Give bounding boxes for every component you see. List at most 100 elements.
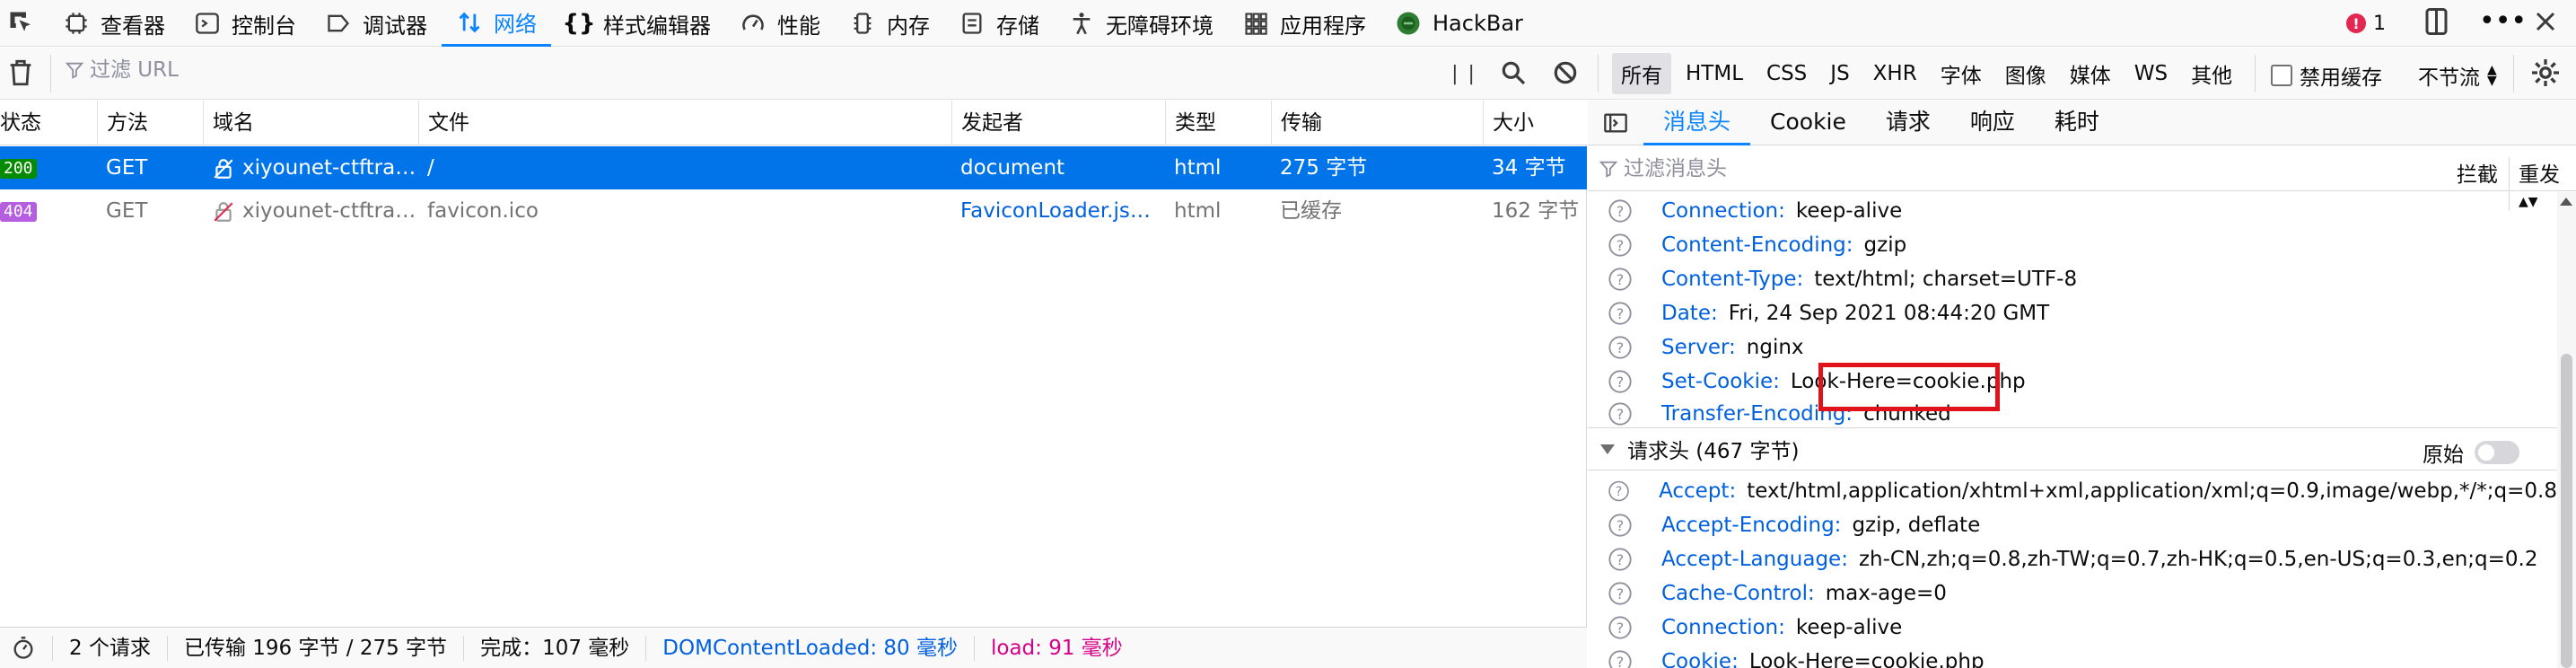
help-icon[interactable]: ? — [1608, 649, 1633, 668]
tab-console[interactable]: 控制台 — [180, 0, 311, 47]
col-type[interactable]: 类型 — [1165, 101, 1271, 145]
filter-other[interactable]: 其他 — [2182, 53, 2241, 94]
memory-icon — [847, 8, 878, 39]
load-time: load: 91 毫秒 — [990, 636, 1123, 660]
dom-content-loaded-time: DOMContentLoaded: 80 毫秒 — [646, 635, 975, 661]
clear-log-icon[interactable] — [5, 57, 38, 91]
scrollbar-thumb[interactable] — [2561, 354, 2572, 668]
filter-media[interactable]: 媒体 — [2061, 53, 2120, 94]
tab-response[interactable]: 响应 — [1950, 101, 2035, 145]
col-method[interactable]: 方法 — [97, 101, 203, 145]
col-domain[interactable]: 域名 — [203, 101, 418, 145]
help-icon[interactable]: ? — [1608, 233, 1633, 258]
help-icon[interactable]: ? — [1608, 547, 1633, 572]
tab-cookies[interactable]: Cookie — [1750, 101, 1866, 145]
raw-toggle[interactable]: 原始 — [2423, 437, 2519, 468]
col-transferred[interactable]: 传输 — [1271, 101, 1483, 145]
tab-accessibility[interactable]: 无障碍环境 — [1054, 0, 1228, 47]
tab-style-editor[interactable]: {} 样式编辑器 — [551, 0, 725, 47]
svg-text:?: ? — [1617, 271, 1625, 288]
disable-cache-option[interactable]: 禁用缓存 — [2271, 60, 2382, 91]
help-icon[interactable]: ? — [1608, 267, 1633, 292]
header-name[interactable]: Connection: — [1661, 616, 1785, 639]
header-name[interactable]: Cache-Control: — [1661, 582, 1815, 605]
help-icon[interactable]: ? — [1608, 513, 1633, 538]
tab-network[interactable]: 网络 — [442, 0, 551, 47]
help-icon[interactable]: ? — [1608, 581, 1633, 606]
col-status[interactable]: 状态 — [0, 101, 97, 145]
tab-inspector[interactable]: 查看器 — [48, 0, 180, 47]
request-blocking-icon[interactable] — [1551, 58, 1582, 89]
toggle-sidebar-icon[interactable] — [1588, 101, 1643, 145]
request-headers-section[interactable]: 请求头 (467 字节) 原始 — [1588, 427, 2557, 470]
url-filter-input[interactable] — [90, 58, 1436, 82]
debugger-icon — [323, 8, 354, 39]
filter-fonts[interactable]: 字体 — [1932, 53, 1991, 94]
col-initiator[interactable]: 发起者 — [951, 101, 1165, 145]
tab-application[interactable]: 应用程序 — [1228, 0, 1380, 47]
help-icon[interactable]: ? — [1608, 335, 1633, 360]
header-name[interactable]: Connection: — [1661, 199, 1785, 223]
raw-switch[interactable] — [2475, 441, 2519, 464]
close-icon[interactable] — [2529, 5, 2565, 41]
help-icon[interactable]: ? — [1608, 369, 1633, 394]
performance-analysis-icon[interactable] — [0, 635, 53, 661]
type-cell: html — [1174, 199, 1222, 223]
filter-all[interactable]: 所有 — [1612, 53, 1671, 94]
details-tabs: 消息头 Cookie 请求 响应 耗时 — [1588, 101, 2576, 145]
filter-html[interactable]: HTML — [1677, 57, 1752, 91]
initiator-cell[interactable]: FaviconLoader.jsm... — [951, 189, 1165, 233]
filter-icon — [65, 60, 84, 80]
help-icon[interactable]: ? — [1608, 198, 1633, 224]
header-name[interactable]: Content-Encoding: — [1661, 233, 1853, 257]
more-options-icon[interactable]: ••• — [2479, 5, 2527, 41]
help-icon[interactable]: ? — [1608, 479, 1630, 504]
header-value: zh-CN,zh;q=0.8,zh-TW;q=0.7,zh-HK;q=0.5,e… — [1858, 548, 2538, 571]
header-value: keep-alive — [1795, 616, 1903, 639]
headers-filter-input[interactable] — [1624, 156, 2342, 180]
filter-images[interactable]: 图像 — [1996, 53, 2055, 94]
dock-icon[interactable] — [2422, 5, 2458, 41]
tab-headers[interactable]: 消息头 — [1643, 101, 1751, 145]
tab-label: 调试器 — [363, 13, 427, 39]
expand-triangle-icon — [1600, 444, 1615, 454]
header-value: gzip — [1863, 233, 1907, 257]
scroll-up-icon[interactable] — [2560, 198, 2572, 206]
pause-icon[interactable]: | | — [1449, 58, 1479, 89]
error-count-badge[interactable]: ! 1 — [2346, 13, 2386, 35]
header-name[interactable]: Accept-Language: — [1661, 548, 1848, 571]
header-name[interactable]: Set-Cookie: — [1661, 370, 1780, 393]
filter-js[interactable]: JS — [1821, 57, 1858, 91]
tab-debugger[interactable]: 调试器 — [311, 0, 442, 47]
help-icon[interactable]: ? — [1608, 301, 1633, 326]
table-row[interactable]: 200 GET xiyounet-ctftrai... / document h… — [0, 146, 1587, 189]
table-row[interactable]: 404 GET xiyounet-ctftrai... favicon.ico … — [0, 189, 1587, 233]
header-name[interactable]: Server: — [1661, 336, 1736, 359]
headers-scrollbar[interactable] — [2557, 192, 2576, 668]
tab-storage[interactable]: 存储 — [944, 0, 1054, 47]
tab-hackbar[interactable]: HackBar — [1380, 0, 1538, 47]
tab-performance[interactable]: 性能 — [725, 0, 835, 47]
tab-request[interactable]: 请求 — [1866, 101, 1950, 145]
file-cell: favicon.ico — [427, 199, 539, 223]
header-name[interactable]: Date: — [1661, 302, 1718, 325]
tab-timings[interactable]: 耗时 — [2035, 101, 2119, 145]
gear-icon[interactable] — [2529, 57, 2563, 91]
col-size[interactable]: 大小 — [1483, 101, 1587, 145]
col-file[interactable]: 文件 — [418, 101, 951, 145]
block-button[interactable]: 拦截 — [2457, 157, 2498, 188]
search-icon[interactable] — [1499, 58, 1529, 89]
help-icon[interactable]: ? — [1608, 401, 1633, 426]
header-name[interactable]: Accept: — [1659, 479, 1736, 503]
filter-css[interactable]: CSS — [1757, 57, 1816, 91]
tab-memory[interactable]: 内存 — [835, 0, 944, 47]
header-name[interactable]: Content-Type: — [1661, 268, 1803, 291]
element-picker-icon[interactable] — [4, 0, 39, 47]
help-icon[interactable]: ? — [1608, 615, 1633, 640]
header-name[interactable]: Cookie: — [1661, 650, 1739, 668]
disable-cache-checkbox[interactable] — [2271, 65, 2292, 86]
throttling-select[interactable]: 不节流 ▲ ▼ — [2418, 60, 2497, 91]
filter-ws[interactable]: WS — [2125, 57, 2177, 91]
header-name[interactable]: Accept-Encoding: — [1661, 514, 1841, 537]
filter-xhr[interactable]: XHR — [1864, 57, 1926, 91]
